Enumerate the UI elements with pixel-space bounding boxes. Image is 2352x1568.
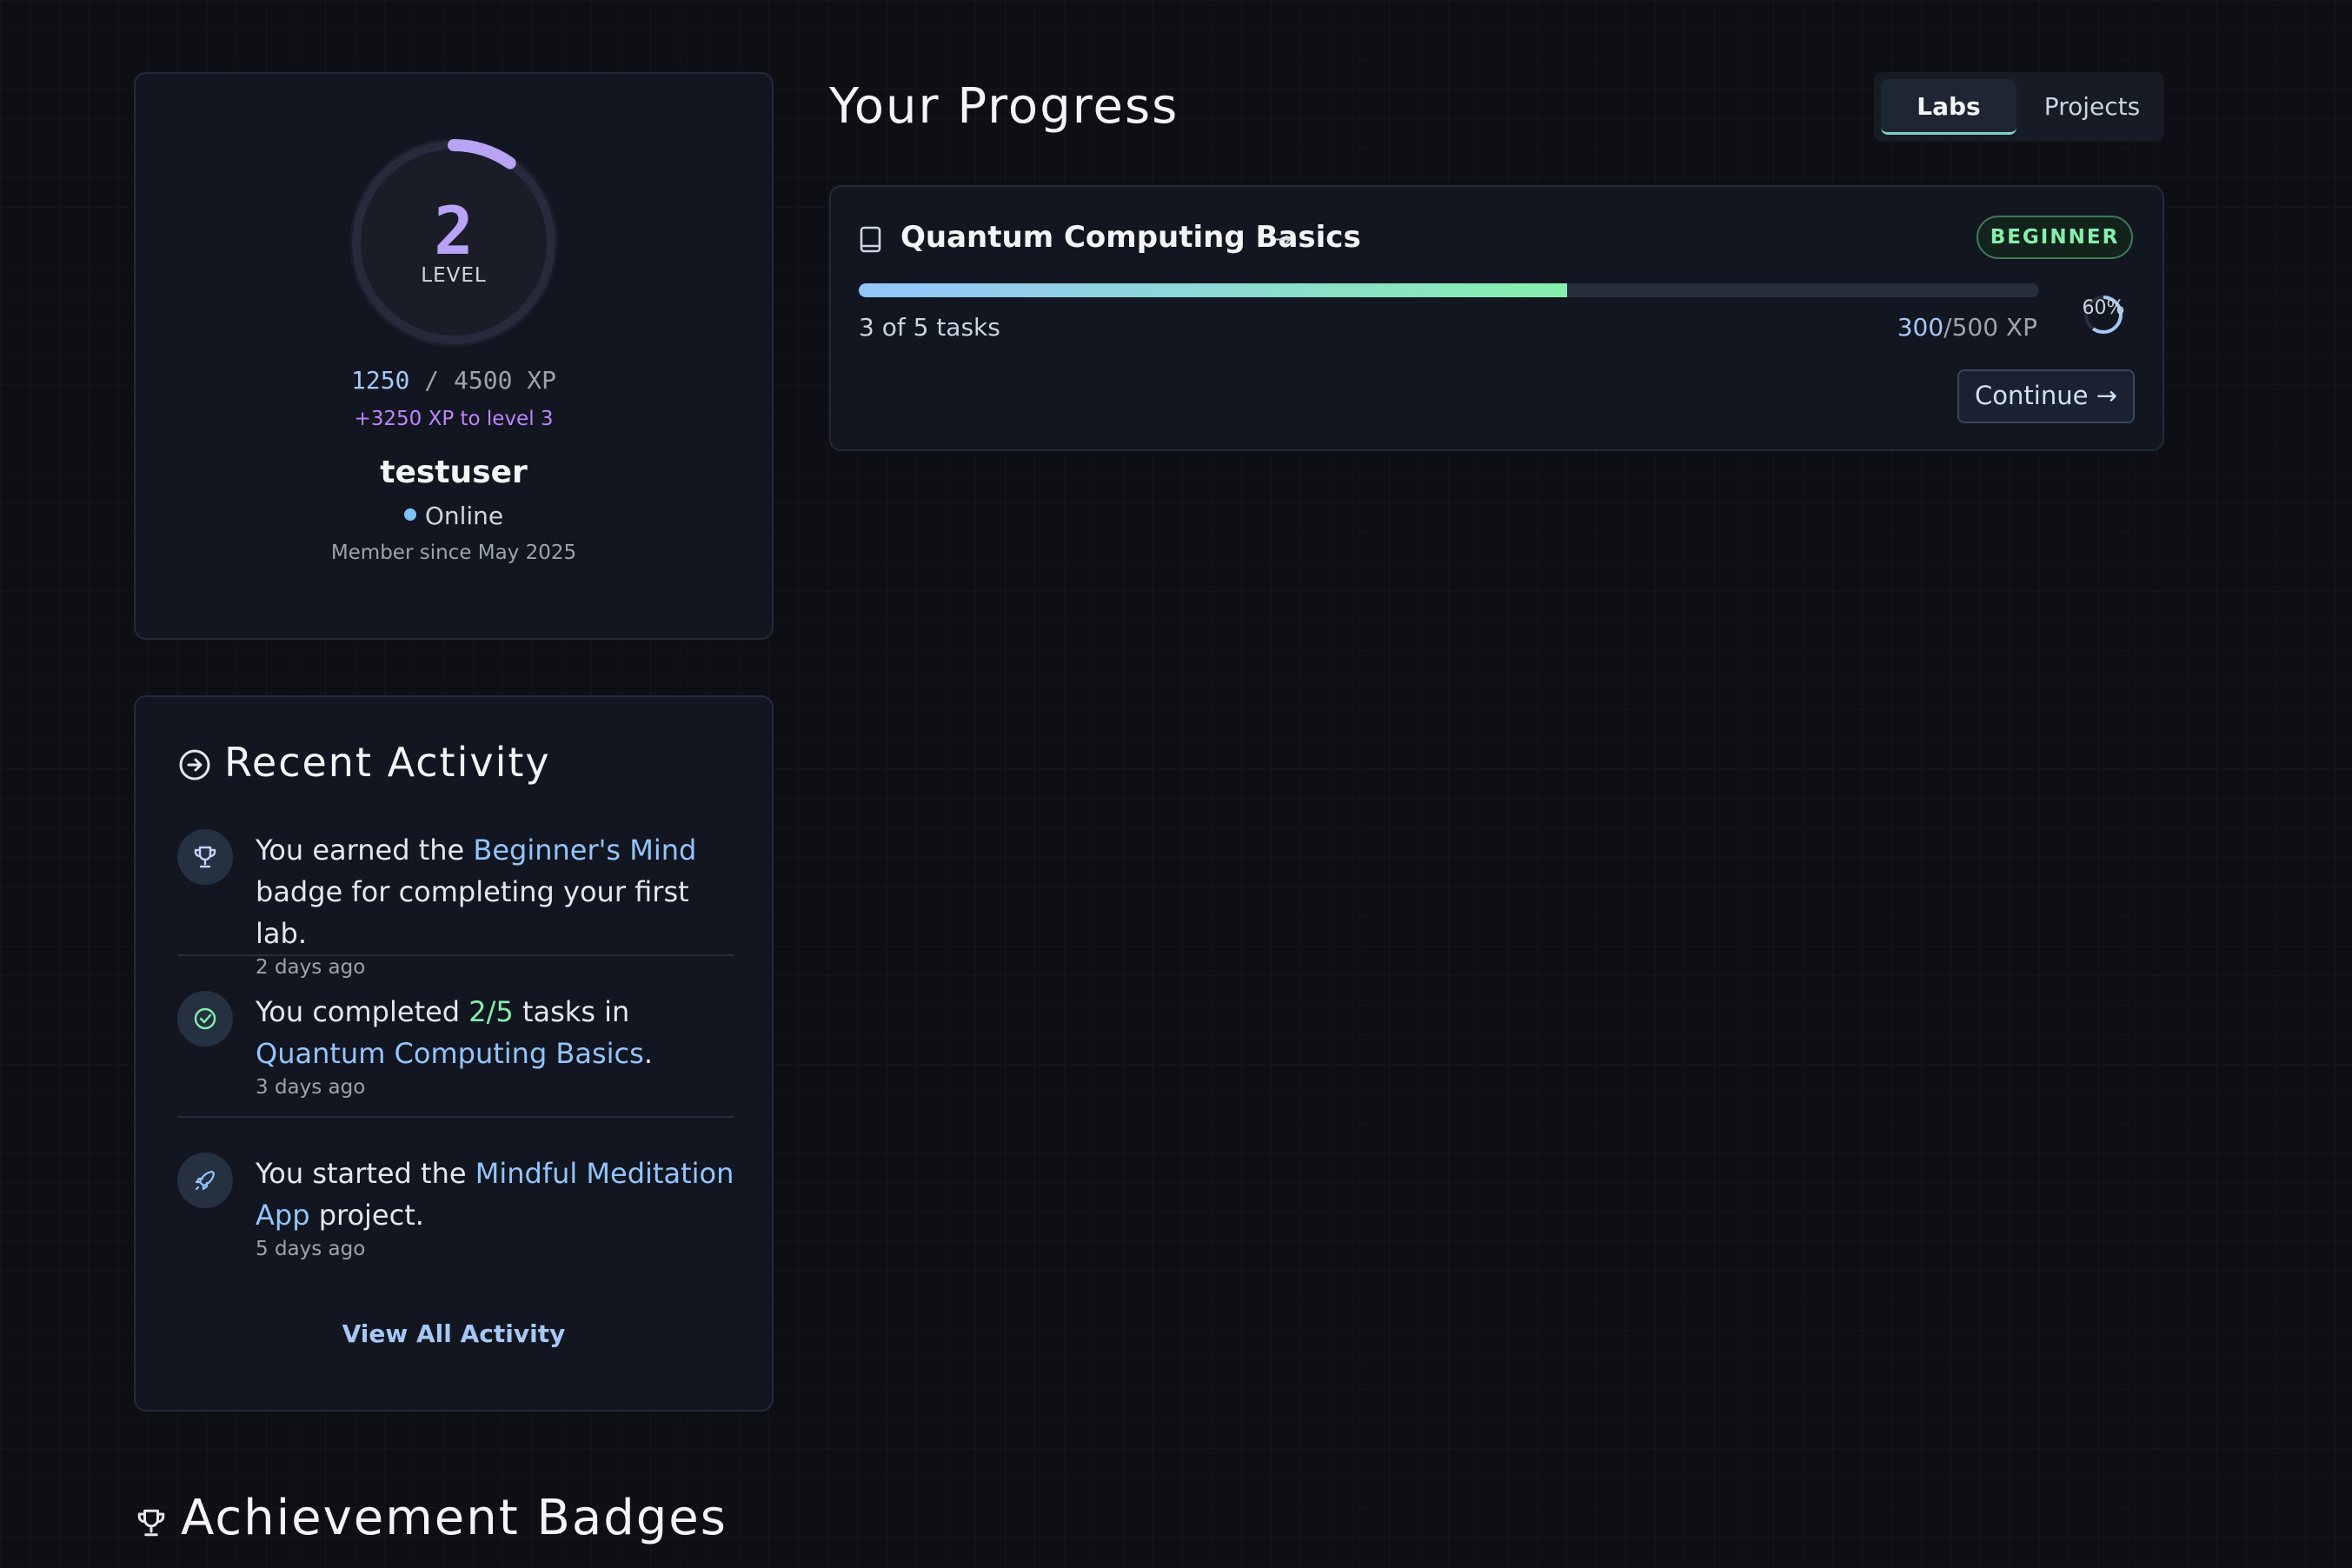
lab-xp-earned: 300 xyxy=(1897,313,1944,342)
xp-current: 1250 xyxy=(350,366,410,395)
activity-text: You started the Mindful Meditation App p… xyxy=(256,1153,742,1262)
xp-to-next-level: +3250 XP to level 3 xyxy=(354,408,554,430)
activity-time: 3 days ago xyxy=(256,1076,366,1099)
lab-task-count: 3 of 5 tasks xyxy=(859,313,1000,342)
online-status: Online xyxy=(136,502,772,530)
xp-readout: 1250 / 4500 XP xyxy=(136,366,772,395)
achievement-badges-title: Achievement Badges xyxy=(181,1490,728,1546)
member-since: Member since May 2025 xyxy=(330,541,577,564)
tab-projects[interactable]: Projects xyxy=(2027,79,2157,135)
activity-item: You started the Mindful Meditation App p… xyxy=(177,1153,734,1266)
activity-time: 2 days ago xyxy=(256,956,366,979)
activity-text-pre: You completed xyxy=(256,995,469,1028)
task-count: 2/5 xyxy=(468,995,514,1028)
lab-progress-bar xyxy=(859,283,2039,297)
difficulty-badge: BEGINNER xyxy=(1977,216,2133,259)
arrow-circle-icon xyxy=(179,749,210,781)
badge-link[interactable]: Beginner's Mind xyxy=(473,834,696,867)
lab-progress-fill xyxy=(859,283,1567,297)
activity-text-post: badge for completing your first lab. xyxy=(256,875,689,950)
level-number: 2 xyxy=(434,192,474,269)
lab-xp-total: /500 XP xyxy=(1943,313,2037,342)
tab-labs[interactable]: Labs xyxy=(1881,79,2016,135)
continue-label: Continue xyxy=(1975,381,2089,410)
status-label: Online xyxy=(424,502,504,530)
activity-text-post: project. xyxy=(309,1199,424,1232)
profile-card: 2 LEVEL 1250 / 4500 XP +3250 XP to level… xyxy=(134,72,774,640)
lab-xp: 300/500 XP xyxy=(1897,313,2037,342)
status-dot-icon xyxy=(403,508,416,521)
recent-activity-title: Recent Activity xyxy=(224,739,551,786)
lab-title-link[interactable]: Quantum Computing Basics xyxy=(900,220,1361,255)
lab-percent: 60% xyxy=(2082,297,2125,319)
lab-progress-card: Quantum Computing Basics → BEGINNER 3 of… xyxy=(829,185,2164,451)
your-progress-title: Your Progress xyxy=(829,78,1179,135)
activity-text-mid: tasks in xyxy=(513,995,630,1028)
view-all-activity-link[interactable]: View All Activity xyxy=(136,1319,772,1348)
continue-button[interactable]: Continue → xyxy=(1957,369,2135,423)
level-ring: 2 LEVEL xyxy=(343,132,564,353)
progress-tabs: Labs Projects xyxy=(1874,72,2164,142)
activity-item: You earned the Beginner's Mind badge for… xyxy=(177,829,734,979)
divider xyxy=(177,1116,734,1118)
activity-item: You completed 2/5 tasks in Quantum Compu… xyxy=(177,991,734,1104)
activity-text: You earned the Beginner's Mind badge for… xyxy=(256,829,742,980)
activity-text-post: . xyxy=(643,1037,653,1070)
lab-link[interactable]: Quantum Computing Basics xyxy=(256,1037,644,1070)
xp-total: / 4500 XP xyxy=(409,366,556,395)
arrow-right-icon: → xyxy=(2096,381,2117,410)
trophy-icon xyxy=(137,1509,165,1537)
check-circle-icon xyxy=(177,991,233,1046)
activity-text: You completed 2/5 tasks in Quantum Compu… xyxy=(256,991,742,1100)
book-icon xyxy=(860,226,881,253)
divider xyxy=(177,954,734,956)
activity-text-pre: You earned the xyxy=(256,834,474,867)
activity-time: 5 days ago xyxy=(256,1238,366,1260)
trophy-icon xyxy=(177,829,233,885)
recent-activity-card: Recent Activity You earned the Beginner'… xyxy=(134,695,774,1412)
activity-text-pre: You started the xyxy=(256,1157,475,1190)
rocket-icon xyxy=(177,1153,233,1208)
level-label: LEVEL xyxy=(421,264,487,287)
arrow-right-icon: → xyxy=(1274,227,1292,251)
username: testuser xyxy=(380,455,528,490)
